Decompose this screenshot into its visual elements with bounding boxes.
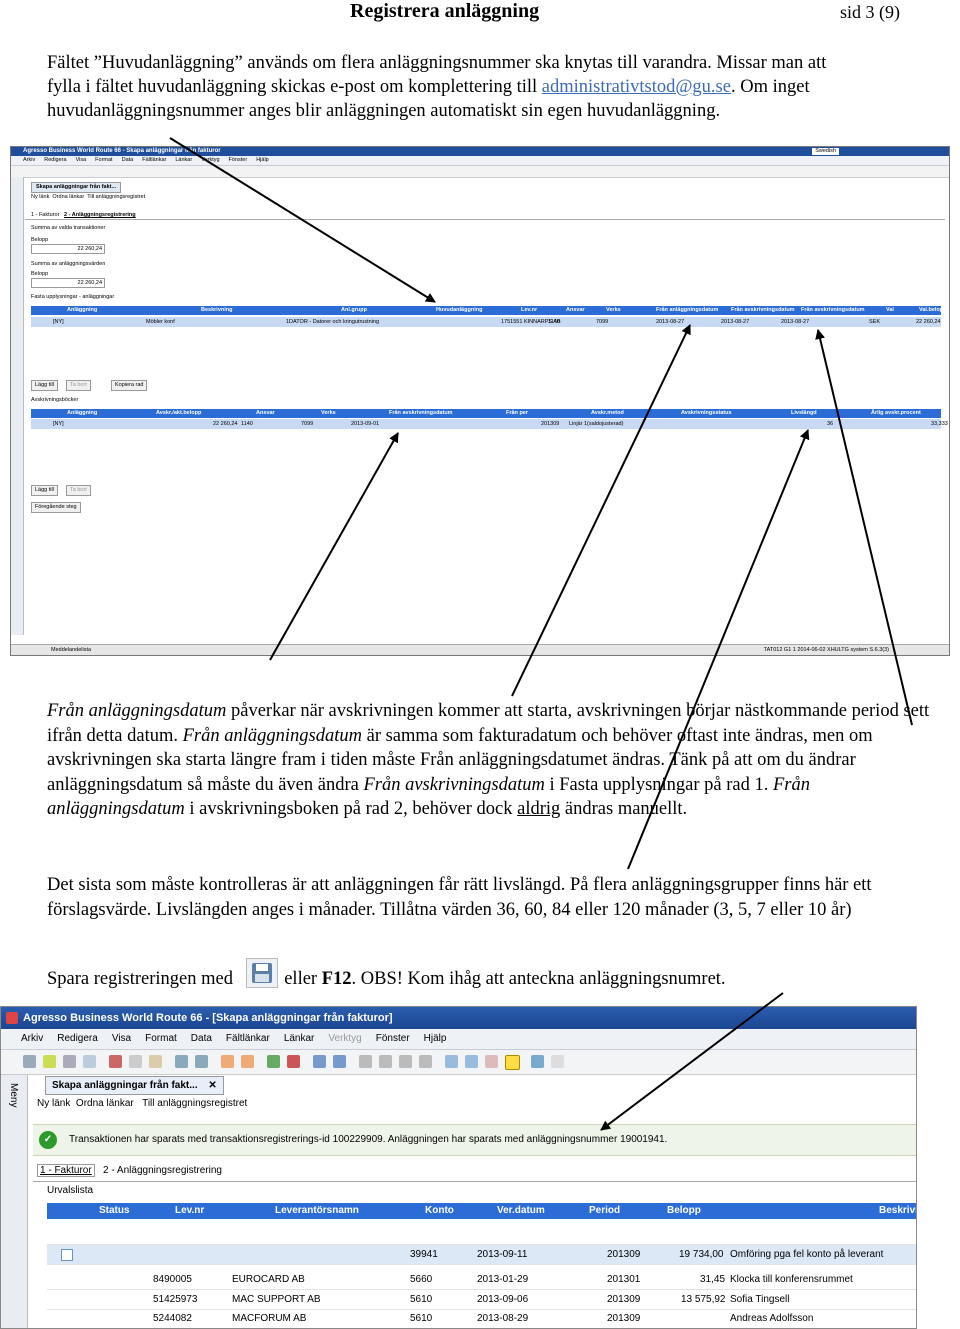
arrow-fran-avskrivning-2 (815, 329, 913, 726)
arrow-fran-avskrivning (269, 432, 399, 661)
annotation-arrows (169, 137, 913, 1131)
arrow-livslangd (627, 429, 810, 870)
arrow-fran-anlaggning (511, 324, 691, 697)
arrow-huvudanlaggning (169, 137, 436, 303)
arrow-anlaggningsnummer (600, 992, 784, 1131)
